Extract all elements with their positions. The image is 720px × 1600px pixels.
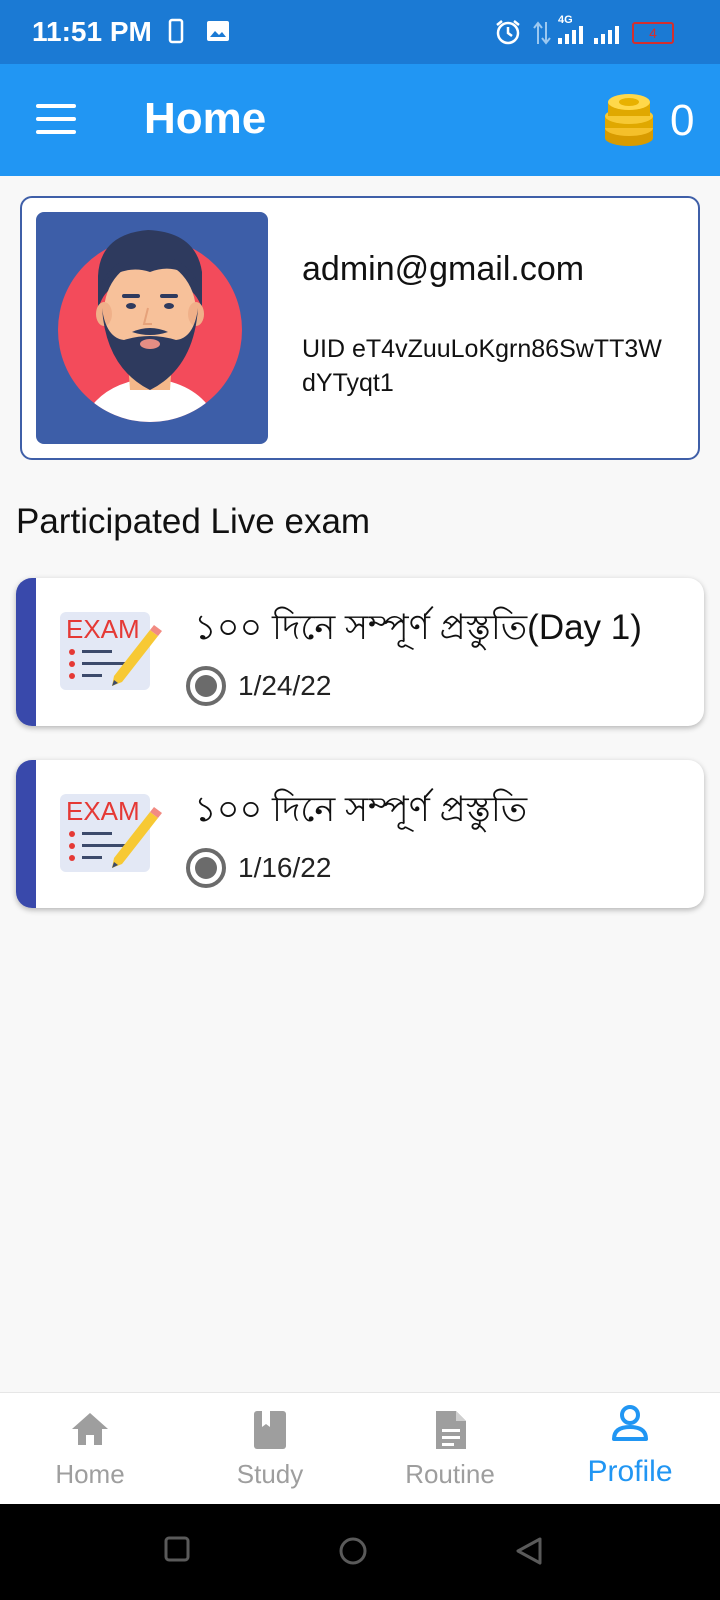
exam-card-accent-bar — [16, 578, 36, 726]
nav-label: Routine — [405, 1459, 495, 1489]
user-uid: UID eT4vZuuLoKgrn86SwTT3WdYTyqt1 — [302, 335, 662, 397]
nav-label: Home — [55, 1459, 125, 1489]
coins-icon[interactable] — [602, 92, 656, 148]
coin-count: 0 — [670, 96, 695, 145]
exam-card-accent-bar — [16, 760, 36, 908]
section-title: Participated Live exam — [16, 502, 371, 541]
person-icon — [612, 1405, 648, 1441]
battery-icon: 4 — [632, 22, 674, 44]
menu-button[interactable] — [36, 104, 76, 136]
radio-selected-icon — [186, 848, 226, 888]
exam-date: 1/16/22 — [238, 852, 332, 883]
nav-routine[interactable]: Routine — [360, 1393, 540, 1505]
exam-title: ১০০ দিনে সম্পূর্ণ প্রস্তুতি(Day 1) — [194, 608, 642, 647]
nav-profile[interactable]: Profile — [540, 1393, 720, 1505]
profile-card[interactable]: admin@gmail.com UID eT4vZuuLoKgrn86SwTT3… — [20, 196, 700, 460]
battery-level: 4 — [649, 25, 657, 41]
system-navigation-bar — [0, 1504, 720, 1600]
network-type-label: 4G — [558, 14, 573, 26]
status-time: 11:51 PM — [32, 16, 152, 47]
nav-label: Study — [236, 1459, 304, 1489]
user-email: admin@gmail.com — [302, 250, 585, 288]
bottom-navigation: Home Study Routine Profile — [0, 1392, 720, 1504]
radio-selected-icon — [186, 666, 226, 706]
document-icon — [436, 1411, 466, 1449]
nav-home[interactable]: Home — [0, 1393, 180, 1505]
exam-icon: EXAM — [60, 612, 162, 690]
nav-label: Profile — [587, 1455, 673, 1488]
home-circle-icon[interactable] — [338, 1536, 368, 1566]
avatar — [36, 212, 268, 444]
exam-date: 1/24/22 — [238, 670, 332, 701]
exam-icon: EXAM — [60, 794, 162, 872]
page-title: Home — [144, 94, 267, 143]
signal-icon-2 — [594, 26, 619, 44]
back-icon[interactable] — [514, 1536, 544, 1566]
exam-title: ১০০ দিনে সম্পূর্ণ প্রস্তুতি — [194, 790, 528, 829]
image-icon — [207, 21, 229, 41]
phone-storage-icon — [168, 18, 184, 44]
exam-card[interactable]: EXAM ১০০ দিনে সম্পূর্ণ প্রস্তুতি 1/16/22 — [16, 760, 704, 908]
data-transfer-icon — [533, 21, 551, 45]
bearded-man-avatar-icon — [58, 230, 242, 422]
exam-icon-text: EXAM — [66, 614, 140, 644]
app-bar: Home 0 — [0, 64, 720, 176]
nav-study[interactable]: Study — [180, 1393, 360, 1505]
exam-card[interactable]: EXAM ১০০ দিনে সম্পূর্ণ প্রস্তুতি(Day 1) … — [16, 578, 704, 726]
exam-icon-text: EXAM — [66, 796, 140, 826]
home-icon — [72, 1413, 108, 1445]
alarm-icon — [496, 20, 520, 45]
status-bar: 11:51 PM 4G 4 — [0, 0, 720, 64]
signal-icon-1 — [558, 26, 583, 44]
recent-apps-icon[interactable] — [164, 1536, 190, 1562]
book-icon — [254, 1411, 286, 1449]
